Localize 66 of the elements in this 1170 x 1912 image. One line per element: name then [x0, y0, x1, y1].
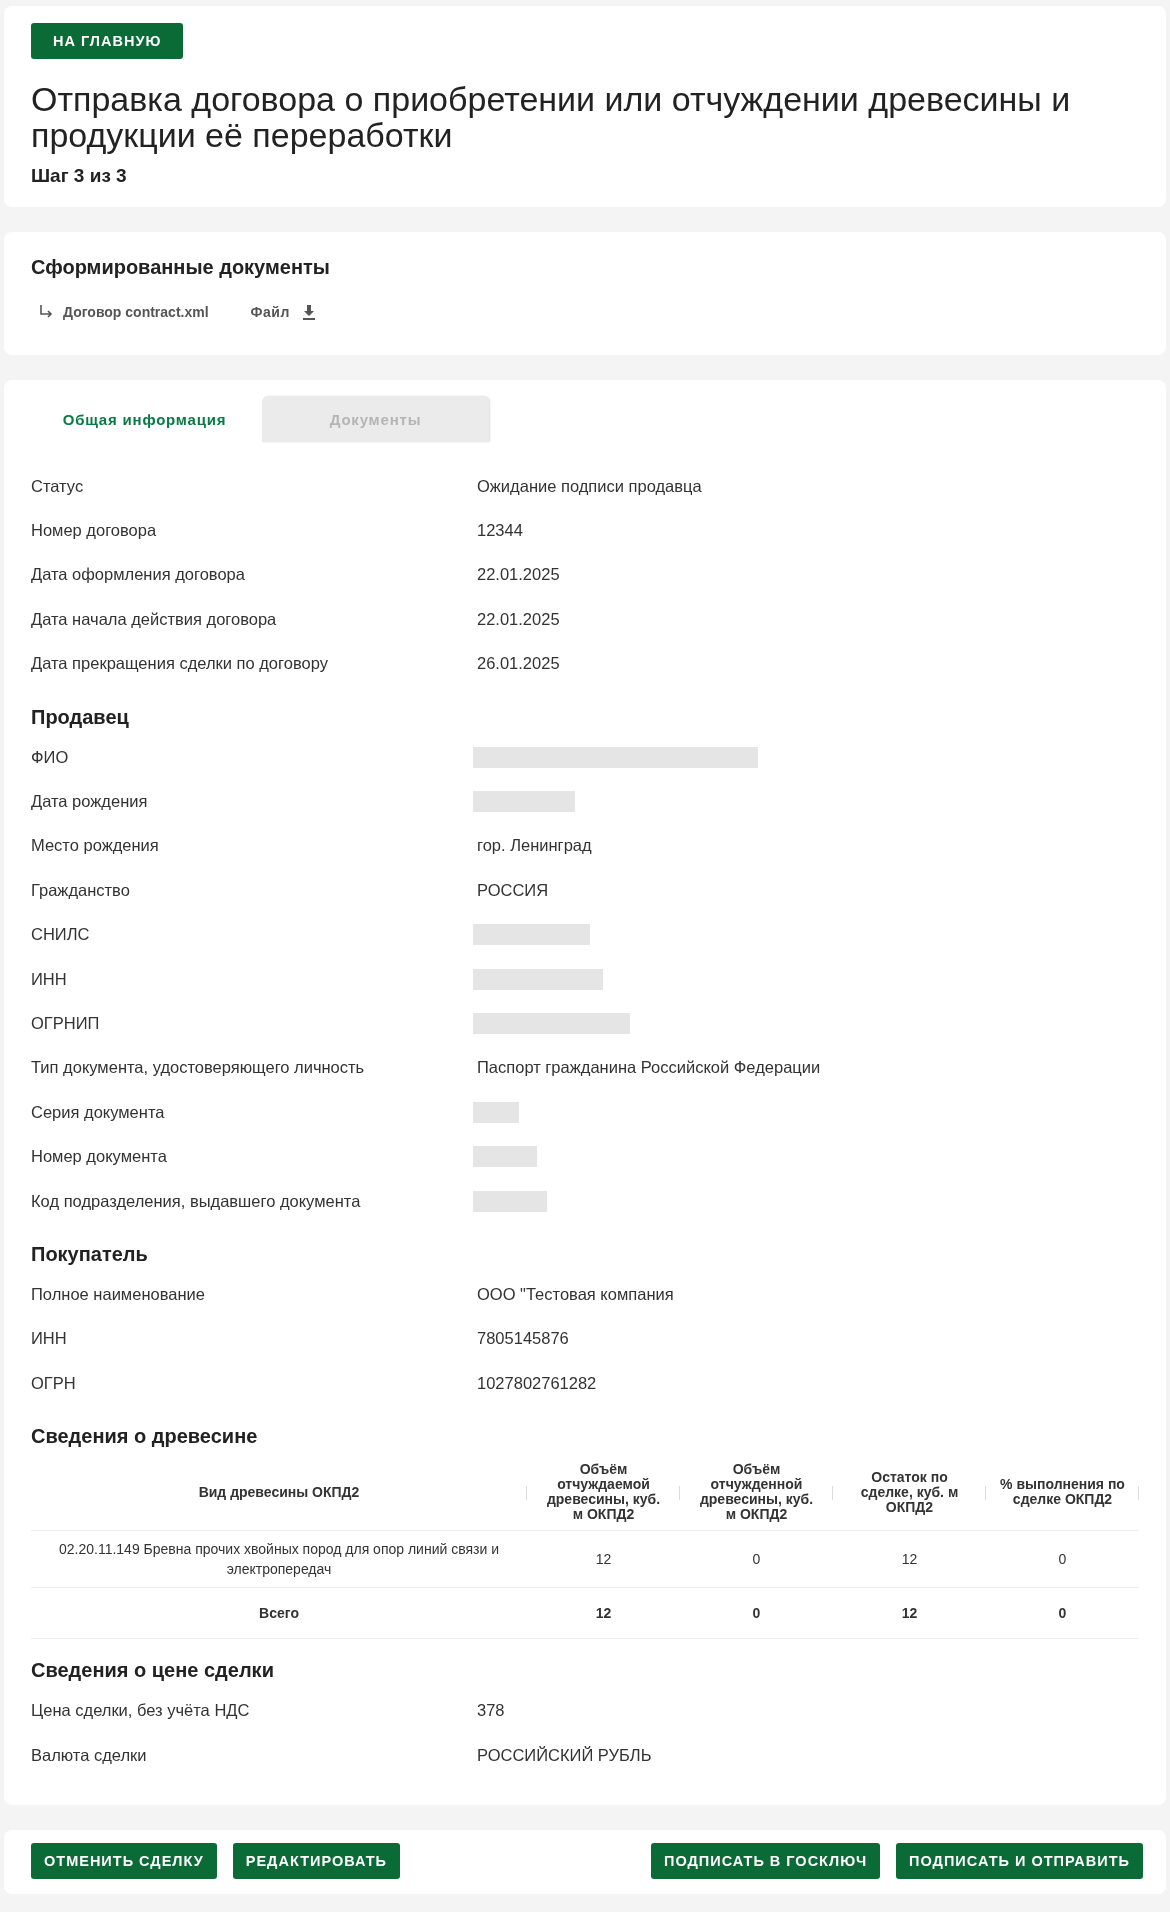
table-cell: 0 — [1058, 1605, 1067, 1622]
section-title: Продавец — [31, 705, 130, 729]
field-label: Статус — [31, 476, 85, 496]
field-label: Дата оформления договора — [31, 565, 246, 585]
field-label: Номер договора — [31, 521, 158, 541]
field-label: ОГРНИП — [31, 1014, 101, 1033]
redacted-value — [473, 1101, 519, 1123]
field-value: Паспорт гражданина Российской Федерации — [476, 1058, 821, 1078]
field-label: ФИО — [31, 747, 70, 767]
field-value: 1027802761282 — [476, 1373, 597, 1393]
table-cell: 0 — [752, 1551, 761, 1568]
field-label: СНИЛС — [31, 925, 91, 945]
page-title: Отправка договора о приобретении или отчуждении древесины и продукции её переработки — [31, 81, 1072, 153]
field-value: 22.01.2025 — [476, 565, 560, 585]
step-indicator: Шаг 3 из 3 — [31, 165, 128, 187]
field-value: ООО "Тестовая компания — [476, 1284, 674, 1304]
field-label: Валюта сделки — [31, 1745, 148, 1765]
field-value: Ожидание подписи продавца — [476, 476, 702, 496]
field-label: Место рождения — [31, 836, 160, 856]
table-cell: 02.20.11.149 Бревна прочих хвойных пород для опор линий связи и электропередач — [59, 1541, 499, 1578]
field-label: Гражданство — [31, 880, 131, 900]
field-value: гор. Ленинград — [476, 836, 592, 856]
column-header: Остаток по сделке, куб. м ОКПД2 — [860, 1468, 959, 1515]
document-name: Договор contract.xml — [63, 304, 209, 320]
section-title: Сформированные документы — [31, 256, 331, 279]
field-label: Дата рождения — [31, 792, 149, 812]
field-value: 378 — [476, 1701, 505, 1721]
field-label: Серия документа — [31, 1102, 166, 1122]
redacted-value — [473, 1146, 537, 1168]
download-icon — [301, 304, 316, 320]
field-label: Полное наименование — [31, 1284, 206, 1304]
section-title: Сведения о цене сделки — [31, 1659, 275, 1683]
field-label: Дата прекращения сделки по договору — [31, 654, 329, 674]
field-value: РОССИЯ — [476, 880, 549, 900]
field-label: Тип документа, удостоверяющего личность — [31, 1058, 366, 1078]
field-label: Дата начала действия договора — [31, 609, 278, 629]
action-button[interactable]: РЕДАКТИРОВАТЬ — [232, 1843, 400, 1879]
column-header: Объём отчужденной древесины, куб. м ОКПД2 — [699, 1461, 814, 1523]
file-download-link[interactable]: Файл — [250, 304, 316, 320]
field-label: Код подразделения, выдавшего документа — [31, 1191, 362, 1211]
column-header: % выполнения по сделке ОКПД2 — [1000, 1476, 1125, 1508]
table-cell: 12 — [901, 1605, 918, 1622]
action-button[interactable]: ПОДПИСАТЬ И ОТПРАВИТЬ — [896, 1843, 1143, 1879]
field-label: Цена сделки, без учёта НДС — [31, 1701, 251, 1721]
field-value: 7805145876 — [476, 1329, 569, 1349]
section-title: Сведения о древесине — [31, 1425, 259, 1449]
table-cell: Всего — [259, 1605, 299, 1622]
column-header: Объём отчуждаемой древесины, куб. м ОКПД2 — [546, 1461, 661, 1523]
field-label: ИНН — [31, 1329, 68, 1349]
field-value: 12344 — [476, 521, 523, 541]
field-label: ОГРН — [31, 1373, 77, 1393]
action-button[interactable]: ПОДПИСАТЬ В ГОСКЛЮЧ — [651, 1843, 881, 1879]
table-cell: 12 — [595, 1551, 612, 1568]
column-header: Вид древесины ОКПД2 — [198, 1483, 360, 1500]
table-cell: 12 — [595, 1605, 612, 1622]
table-cell: 0 — [752, 1605, 761, 1622]
field-label: Номер документа — [31, 1147, 168, 1167]
table-cell: 12 — [901, 1551, 918, 1568]
table-cell: 0 — [1058, 1551, 1067, 1568]
field-value: 22.01.2025 — [476, 609, 560, 629]
field-label: ИНН — [31, 969, 68, 989]
field-value: 26.01.2025 — [476, 654, 560, 674]
section-title: Покупатель — [31, 1243, 149, 1267]
action-button[interactable]: ОТМЕНИТЬ СДЕЛКУ — [31, 1843, 217, 1879]
home-button[interactable]: НА ГЛАВНУЮ — [31, 23, 184, 59]
field-value: РОССИЙСКИЙ РУБЛЬ — [476, 1745, 652, 1765]
